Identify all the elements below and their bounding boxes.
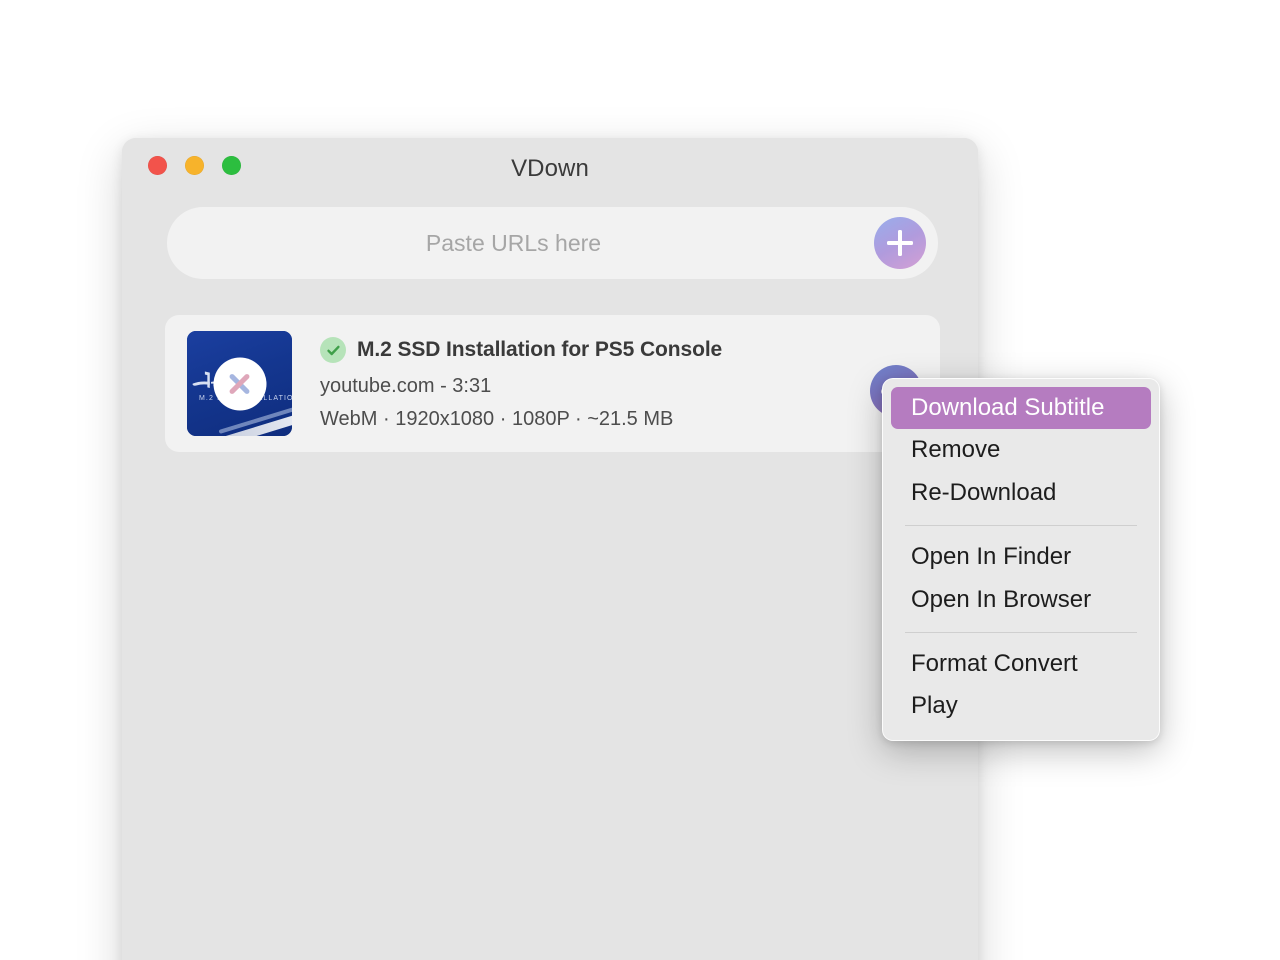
menu-item-re-download[interactable]: Re-Download: [891, 472, 1151, 514]
menu-item-open-in-finder[interactable]: Open In Finder: [891, 536, 1151, 578]
menu-separator-2: [905, 631, 1137, 633]
thumbnail-overlay-badge: [213, 357, 266, 410]
url-input[interactable]: [167, 207, 938, 279]
download-item-meta: WebM · 1920x1080 · 1080P · ~21.5 MB: [320, 408, 674, 430]
x-close-icon: [226, 370, 254, 398]
plus-icon-vertical: [898, 230, 902, 256]
download-item-title: M.2 SSD Installation for PS5 Console: [357, 338, 723, 361]
download-item-title-row: M.2 SSD Installation for PS5 Console: [320, 335, 830, 365]
url-input-row: [167, 207, 938, 279]
screen: VDown 5 M.2 SSD INSTALLATION: [0, 0, 1280, 960]
add-url-button[interactable]: [874, 217, 926, 269]
menu-separator-1: [905, 525, 1137, 527]
menu-item-remove[interactable]: Remove: [891, 429, 1151, 471]
download-item-source: youtube.com - 3:31: [320, 375, 492, 397]
menu-item-open-in-browser[interactable]: Open In Browser: [891, 579, 1151, 621]
context-menu: Download Subtitle Remove Re-Download Ope…: [882, 378, 1160, 741]
download-item-text-block: M.2 SSD Installation for PS5 Console you…: [320, 335, 830, 431]
check-circle-icon: [320, 337, 346, 363]
app-window: VDown 5 M.2 SSD INSTALLATION: [122, 138, 978, 960]
download-item-card[interactable]: 5 M.2 SSD INSTALLATION: [165, 315, 940, 452]
menu-item-format-convert[interactable]: Format Convert: [891, 643, 1151, 685]
window-title: VDown: [511, 155, 589, 182]
menu-item-download-subtitle[interactable]: Download Subtitle: [891, 387, 1151, 430]
titlebar: VDown: [122, 138, 978, 202]
menu-item-play[interactable]: Play: [891, 685, 1151, 727]
video-thumbnail[interactable]: 5 M.2 SSD INSTALLATION: [187, 331, 292, 436]
